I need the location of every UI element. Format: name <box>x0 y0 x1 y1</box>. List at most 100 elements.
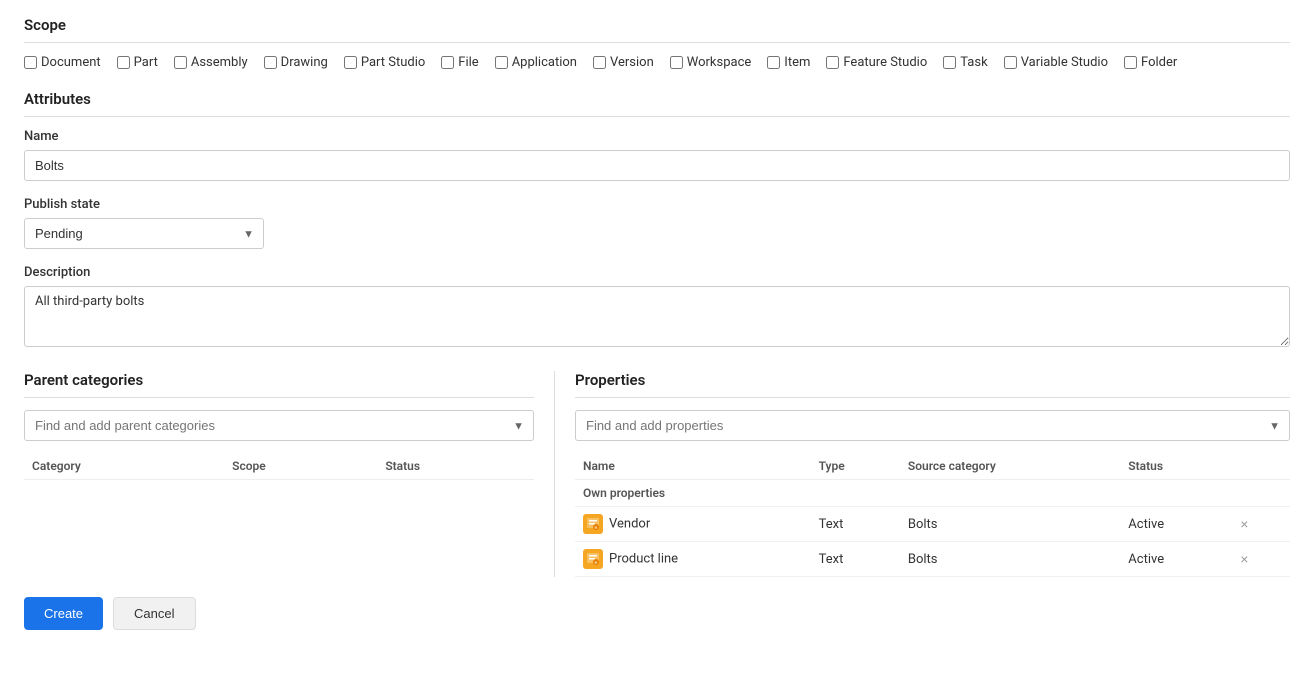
two-col-section: Parent categories ▼ Category Scope Statu… <box>24 371 1290 577</box>
scope-checkbox-cb-version[interactable]: Version <box>593 55 654 70</box>
parent-categories-section: Parent categories ▼ Category Scope Statu… <box>24 371 534 577</box>
prop-name-text-vendor: Vendor <box>609 516 650 531</box>
parent-categories-table: Category Scope Status <box>24 453 534 480</box>
description-field-group: Description All third-party bolts <box>24 265 1290 351</box>
scope-checkbox-cb-file[interactable]: File <box>441 55 478 70</box>
properties-row-product-line: ≡ Product lineTextBoltsActive× <box>575 542 1290 577</box>
properties-input[interactable] <box>575 410 1290 441</box>
name-field-group: Name <box>24 129 1290 181</box>
prop-type-product-line: Text <box>811 542 900 577</box>
checkbox-label-cb-item: Item <box>784 55 810 70</box>
checkbox-cb-version[interactable] <box>593 56 606 69</box>
publish-state-label: Publish state <box>24 197 1290 212</box>
parent-categories-input[interactable] <box>24 410 534 441</box>
properties-table-container: Name Type Source category Status Own pro… <box>575 453 1290 577</box>
parent-categories-table-container: Category Scope Status <box>24 453 534 480</box>
create-button[interactable]: Create <box>24 597 103 630</box>
remove-prop-button-vendor[interactable]: × <box>1238 516 1250 532</box>
prop-action-vendor: × <box>1230 507 1290 542</box>
prop-status-product-line: Active <box>1120 542 1230 577</box>
prop-name-text-product-line: Product line <box>609 551 678 566</box>
scope-checkbox-cb-application[interactable]: Application <box>495 55 577 70</box>
description-input[interactable]: All third-party bolts <box>24 286 1290 347</box>
checkbox-label-cb-drawing: Drawing <box>281 55 328 70</box>
publish-state-select[interactable]: PendingActiveInactive <box>24 218 264 249</box>
prop-col-type: Type <box>811 453 900 480</box>
checkbox-label-cb-variablestudio: Variable Studio <box>1021 55 1108 70</box>
properties-group-header: Own properties <box>575 480 1290 507</box>
prop-col-source: Source category <box>900 453 1120 480</box>
parent-categories-dropdown-wrapper: ▼ <box>24 410 534 441</box>
svg-text:≡: ≡ <box>595 561 598 567</box>
properties-table: Name Type Source category Status Own pro… <box>575 453 1290 577</box>
prop-action-product-line: × <box>1230 542 1290 577</box>
scope-checkbox-cb-folder[interactable]: Folder <box>1124 55 1177 70</box>
scope-checkbox-cb-variablestudio[interactable]: Variable Studio <box>1004 55 1108 70</box>
description-label: Description <box>24 265 1290 280</box>
checkbox-label-cb-part: Part <box>134 55 158 70</box>
checkbox-label-cb-workspace: Workspace <box>687 55 752 70</box>
prop-icon-product-line: ≡ <box>583 549 603 569</box>
checkbox-label-cb-application: Application <box>512 55 577 70</box>
col-header-scope: Scope <box>224 453 377 480</box>
attributes-title: Attributes <box>24 90 1290 117</box>
checkbox-label-cb-assembly: Assembly <box>191 55 248 70</box>
scope-checkbox-cb-task[interactable]: Task <box>943 55 987 70</box>
prop-source-product-line: Bolts <box>900 542 1120 577</box>
checkbox-label-cb-document: Document <box>41 55 101 70</box>
scope-checkbox-cb-item[interactable]: Item <box>767 55 810 70</box>
col-header-category: Category <box>24 453 224 480</box>
checkbox-label-cb-task: Task <box>960 55 987 70</box>
publish-state-wrapper: PendingActiveInactive ▼ <box>24 218 264 249</box>
properties-group-label: Own properties <box>575 480 1290 507</box>
footer-buttons: Create Cancel <box>24 597 1290 630</box>
checkbox-cb-variablestudio[interactable] <box>1004 56 1017 69</box>
checkbox-label-cb-file: File <box>458 55 478 70</box>
properties-row-vendor: ≡ VendorTextBoltsActive× <box>575 507 1290 542</box>
checkbox-label-cb-featurestudio: Feature Studio <box>843 55 927 70</box>
scope-checkbox-cb-part[interactable]: Part <box>117 55 158 70</box>
prop-status-vendor: Active <box>1120 507 1230 542</box>
scope-checkbox-cb-featurestudio[interactable]: Feature Studio <box>826 55 927 70</box>
checkbox-cb-application[interactable] <box>495 56 508 69</box>
remove-prop-button-product-line[interactable]: × <box>1238 551 1250 567</box>
prop-source-vendor: Bolts <box>900 507 1120 542</box>
col-header-status: Status <box>377 453 534 480</box>
cancel-button[interactable]: Cancel <box>113 597 195 630</box>
checkbox-cb-file[interactable] <box>441 56 454 69</box>
prop-col-action <box>1230 453 1290 480</box>
checkbox-label-cb-folder: Folder <box>1141 55 1177 70</box>
parent-categories-title: Parent categories <box>24 371 534 398</box>
prop-col-name: Name <box>575 453 811 480</box>
checkbox-cb-item[interactable] <box>767 56 780 69</box>
checkbox-cb-drawing[interactable] <box>264 56 277 69</box>
prop-name-cell-product-line: ≡ Product line <box>575 542 811 577</box>
checkbox-label-cb-partstudio: Part Studio <box>361 55 425 70</box>
checkbox-cb-assembly[interactable] <box>174 56 187 69</box>
checkbox-cb-task[interactable] <box>943 56 956 69</box>
prop-type-vendor: Text <box>811 507 900 542</box>
name-label: Name <box>24 129 1290 144</box>
checkbox-cb-part[interactable] <box>117 56 130 69</box>
properties-section: Properties ▼ Name Type Source category S… <box>575 371 1290 577</box>
scope-checkbox-cb-partstudio[interactable]: Part Studio <box>344 55 425 70</box>
checkbox-label-cb-version: Version <box>610 55 654 70</box>
checkbox-cb-workspace[interactable] <box>670 56 683 69</box>
scope-checkbox-cb-workspace[interactable]: Workspace <box>670 55 752 70</box>
scope-checkbox-cb-assembly[interactable]: Assembly <box>174 55 248 70</box>
checkbox-cb-folder[interactable] <box>1124 56 1137 69</box>
checkbox-cb-featurestudio[interactable] <box>826 56 839 69</box>
prop-name-cell-vendor: ≡ Vendor <box>575 507 811 542</box>
svg-text:≡: ≡ <box>595 526 598 532</box>
attributes-section: Attributes Name Publish state PendingAct… <box>24 90 1290 351</box>
checkbox-cb-document[interactable] <box>24 56 37 69</box>
publish-state-field-group: Publish state PendingActiveInactive ▼ <box>24 197 1290 249</box>
properties-title: Properties <box>575 371 1290 398</box>
checkbox-cb-partstudio[interactable] <box>344 56 357 69</box>
scope-checkbox-cb-document[interactable]: Document <box>24 55 101 70</box>
scope-title: Scope <box>24 16 1290 43</box>
scope-checkbox-cb-drawing[interactable]: Drawing <box>264 55 328 70</box>
vertical-divider <box>554 371 555 577</box>
name-input[interactable] <box>24 150 1290 181</box>
prop-col-status: Status <box>1120 453 1230 480</box>
